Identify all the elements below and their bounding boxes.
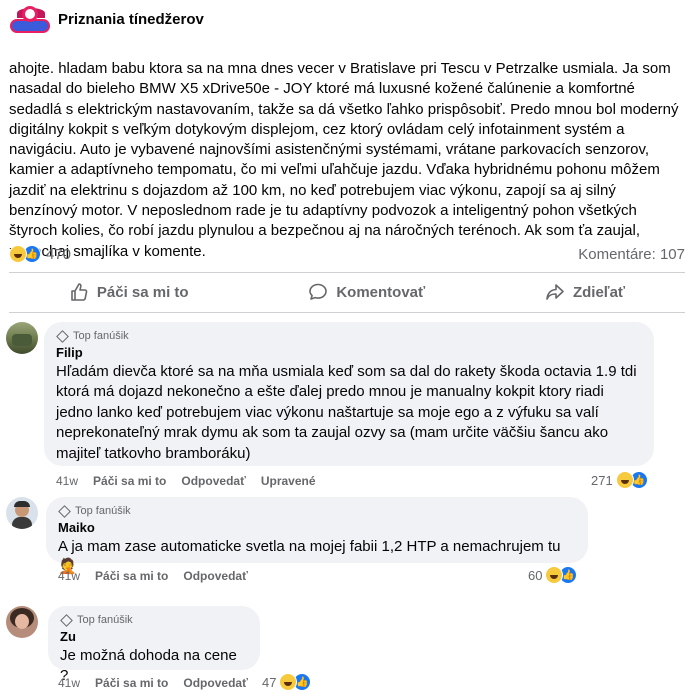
divider bbox=[9, 272, 685, 273]
laughing-emoji-icon bbox=[615, 471, 634, 489]
comment-reaction-count: 271 bbox=[591, 472, 613, 488]
like-button[interactable]: Páči sa mi to bbox=[69, 282, 189, 302]
comment-author[interactable]: Maiko bbox=[58, 520, 576, 535]
comment-reply-button[interactable]: Odpovedať bbox=[183, 569, 247, 583]
page-name[interactable]: Priznania tínedžerov bbox=[58, 11, 204, 28]
avatar[interactable] bbox=[6, 497, 38, 529]
post-body: ahojte. hladam babu ktora sa na mna dnes… bbox=[9, 60, 679, 260]
comment-reactions[interactable]: 60 👍 bbox=[528, 566, 578, 584]
share-icon bbox=[546, 284, 564, 300]
comment-reaction-count: 60 bbox=[528, 567, 543, 583]
comment-meta: 41w Páči sa mi to Odpovedať bbox=[58, 569, 263, 583]
divider bbox=[9, 312, 685, 313]
avatar[interactable] bbox=[6, 606, 38, 638]
comment-time[interactable]: 41w bbox=[56, 474, 78, 488]
reactions-summary[interactable]: 👍 470 bbox=[9, 245, 71, 263]
comment-meta: 41w Páči sa mi to Odpovedať Upravené bbox=[56, 474, 331, 488]
thumbs-up-icon bbox=[71, 283, 88, 301]
page-logo[interactable] bbox=[8, 6, 52, 38]
post-header: Priznania tínedžerov bbox=[8, 6, 204, 42]
comment-reactions[interactable]: 271 👍 bbox=[591, 471, 648, 489]
top-fan-badge: Top fanúšik bbox=[56, 329, 642, 343]
comment-button-label: Komentovať bbox=[336, 283, 426, 301]
comment-reply-button[interactable]: Odpovedať bbox=[181, 474, 245, 488]
comment-like-button[interactable]: Páči sa mi to bbox=[93, 474, 166, 488]
share-button[interactable]: Zdieľať bbox=[545, 282, 625, 302]
comment-like-button[interactable]: Páči sa mi to bbox=[95, 569, 168, 583]
avatar[interactable] bbox=[6, 322, 38, 354]
comment-edited-label: Upravené bbox=[260, 474, 316, 488]
comment-button[interactable]: Komentovať bbox=[308, 282, 425, 302]
comment-item: Top fanúšik Zu Je možná dohoda na cene ?… bbox=[6, 606, 686, 696]
comment-icon bbox=[309, 283, 328, 300]
comment-time[interactable]: 41w bbox=[58, 569, 80, 583]
comment-text: Hľadám dievča ktoré sa na mňa usmiala ke… bbox=[56, 363, 637, 462]
reactions-bar: 👍 470 Komentáre: 107 bbox=[9, 243, 685, 265]
diamond-icon bbox=[60, 613, 73, 627]
comment-item: Top fanúšik Filip Hľadám dievča ktoré sa… bbox=[6, 322, 686, 494]
diamond-icon bbox=[58, 504, 71, 518]
reaction-count: 470 bbox=[46, 245, 72, 263]
comment-reaction-count: 47 bbox=[262, 674, 277, 690]
comment-reactions[interactable]: 47 👍 bbox=[262, 673, 312, 691]
laughing-emoji-icon bbox=[9, 245, 27, 263]
top-fan-badge: Top fanúšik bbox=[58, 504, 576, 518]
post-actions: Páči sa mi to Komentovať Zdieľať bbox=[9, 276, 685, 308]
top-fan-badge: Top fanúšik bbox=[60, 613, 248, 627]
like-button-label: Páči sa mi to bbox=[96, 283, 189, 301]
comment-bubble: Top fanúšik Zu Je možná dohoda na cene ? bbox=[48, 606, 260, 684]
comment-time[interactable]: 41w bbox=[58, 676, 80, 690]
comment-like-button[interactable]: Páči sa mi to bbox=[95, 676, 168, 690]
comment-author[interactable]: Zu bbox=[60, 629, 248, 644]
comment-author[interactable]: Filip bbox=[56, 345, 642, 360]
comment-bubble: Top fanúšik Filip Hľadám dievča ktoré sa… bbox=[44, 322, 654, 466]
comment-item: Top fanúšik Maiko A ja mam zase automati… bbox=[6, 497, 686, 592]
diamond-icon bbox=[56, 329, 69, 343]
share-button-label: Zdieľať bbox=[572, 283, 626, 301]
comment-reply-button[interactable]: Odpovedať bbox=[183, 676, 247, 690]
comment-bubble: Top fanúšik Maiko A ja mam zase automati… bbox=[46, 497, 588, 575]
comments-count[interactable]: Komentáre: 107 bbox=[578, 246, 685, 263]
comment-meta: 41w Páči sa mi to Odpovedať bbox=[58, 676, 263, 690]
